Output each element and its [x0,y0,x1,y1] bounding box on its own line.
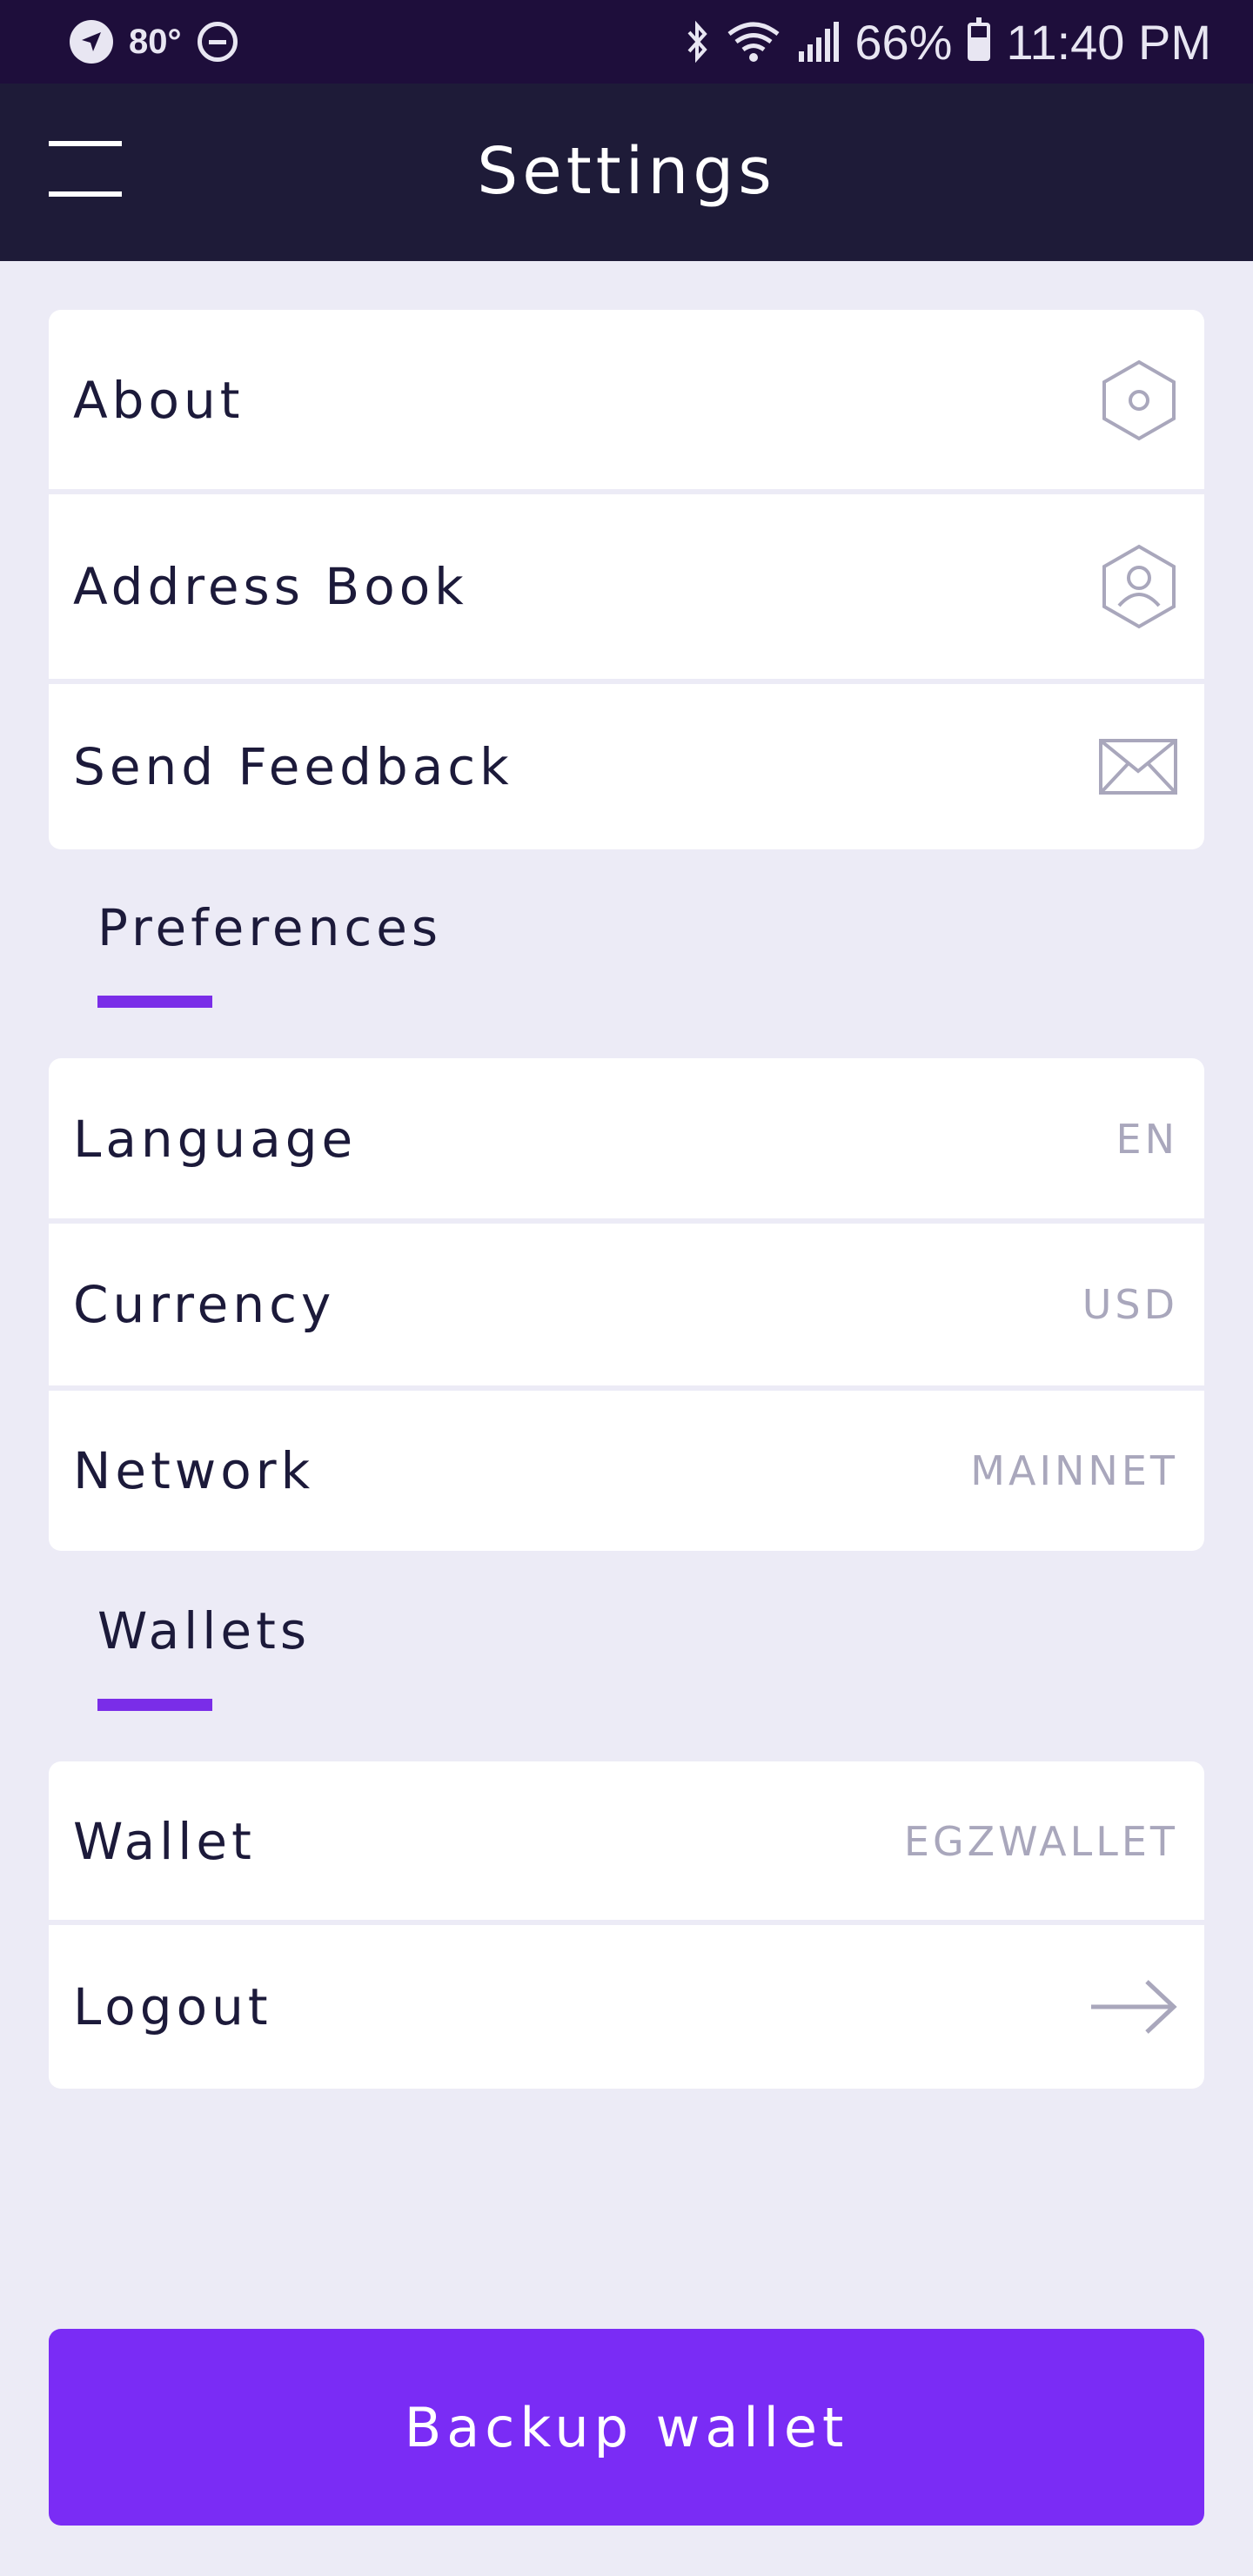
hexagon-icon [1100,359,1204,442]
section-underline [97,1699,212,1711]
settings-item-address-book[interactable]: Address Book [49,494,1204,679]
settings-item-label: Currency [73,1275,336,1334]
battery-icon [968,17,991,61]
settings-item-label: Language [73,1110,358,1169]
settings-item-currency[interactable]: Currency USD [49,1224,1204,1385]
backup-wallet-button[interactable]: Backup wallet [49,2329,1204,2526]
arrow-right-icon [1088,1978,1204,2036]
status-bar: 80° 66% 11:40 PM [0,0,1253,84]
settings-item-value: EN [1116,1116,1178,1163]
settings-item-about[interactable]: About [49,310,1204,491]
contact-hexagon-icon [1100,543,1204,630]
do-not-disturb-icon [197,22,238,62]
wifi-icon [727,22,780,62]
logout-button[interactable]: Logout [49,1925,1204,2089]
settings-item-network[interactable]: Network MAINNET [49,1391,1204,1551]
settings-item-wallet[interactable]: Wallet EGZWALLET [49,1761,1204,1922]
section-underline [97,996,212,1008]
settings-item-label: Send Feedback [73,737,513,796]
settings-item-label: About [73,371,245,430]
settings-item-label: Wallet [73,1812,256,1871]
settings-item-value: USD [1082,1281,1178,1328]
section-title-wallets: Wallets [97,1601,312,1660]
settings-item-value: MAINNET [970,1447,1178,1494]
app-header: Settings [0,84,1253,261]
settings-item-label: Logout [73,1977,272,2036]
settings-item-label: Network [73,1441,315,1500]
page-title: Settings [477,134,776,209]
location-icon [70,20,113,64]
battery-percent: 66% [854,14,953,70]
status-left: 80° [70,20,238,64]
mail-icon [1098,738,1204,795]
settings-item-value: EGZWALLET [903,1818,1178,1865]
settings-item-language[interactable]: Language EN [49,1058,1204,1220]
bluetooth-icon [687,20,708,64]
settings-item-label: Address Book [73,557,468,616]
clock: 11:40 PM [1006,14,1211,70]
signal-icon [799,22,840,62]
settings-item-send-feedback[interactable]: Send Feedback [49,684,1204,849]
temperature: 80° [129,22,182,61]
status-right: 66% 11:40 PM [684,14,1211,70]
section-title-preferences: Preferences [97,898,443,957]
